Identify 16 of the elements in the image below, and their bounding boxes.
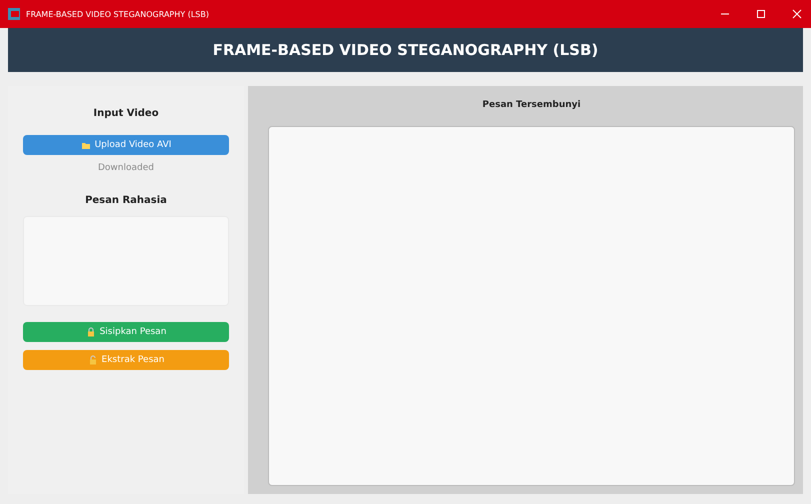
unlock-icon [88,355,98,365]
output-field[interactable] [268,126,795,486]
folder-icon [80,140,91,150]
upload-button[interactable]: Upload Video AVI [23,135,229,155]
app-title: FRAME-BASED VIDEO STEGANOGRAPHY (LSB) [212,41,598,59]
section-heading: Input Video [93,108,159,119]
section-heading: Pesan Tersembunyi [482,100,581,110]
embed-button[interactable]: Sisipkan Pesan [23,322,229,342]
section-heading: Pesan Rahasia [85,195,167,206]
extract-button[interactable]: Ekstrak Pesan [23,350,229,370]
maximize-icon[interactable] [755,8,767,20]
window-title: FRAME-BASED VIDEO STEGANOGRAPHY (LSB) [26,10,210,18]
app-icon [8,8,20,20]
file-status: Downloaded [98,163,154,173]
close-icon[interactable] [791,8,803,20]
lock-icon [86,327,96,337]
